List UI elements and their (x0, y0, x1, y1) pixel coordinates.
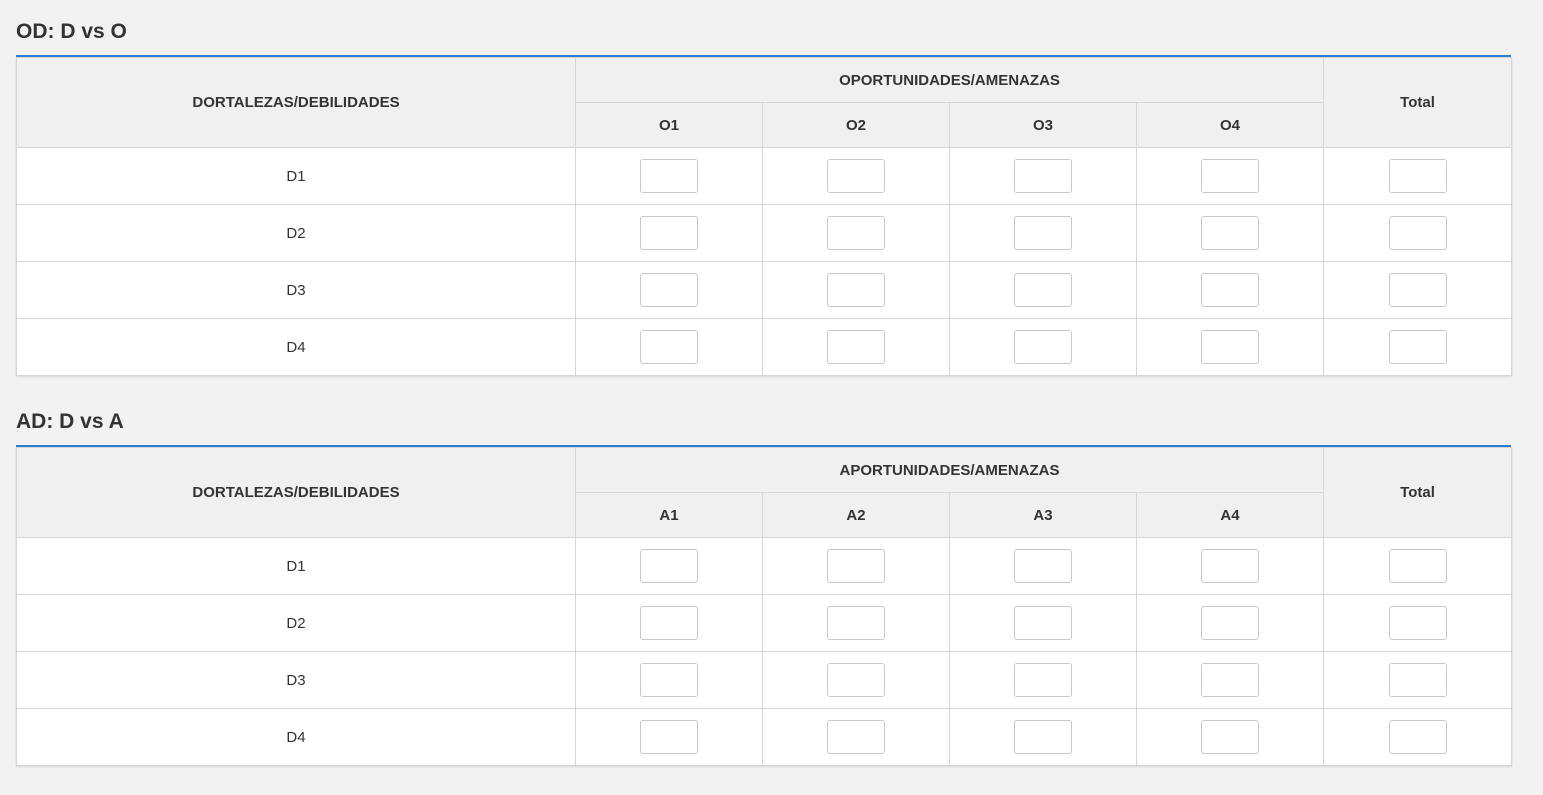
score-input[interactable] (827, 549, 885, 583)
column-header: O2 (762, 102, 950, 148)
row-label: D1 (16, 147, 576, 205)
score-input[interactable] (1201, 159, 1260, 193)
section-ad-d-vs-a: AD: D vs A DORTALEZAS/DEBILIDADES APORTU… (16, 408, 1513, 766)
total-input[interactable] (1388, 549, 1447, 583)
total-input[interactable] (1388, 216, 1447, 250)
score-input[interactable] (1014, 549, 1072, 583)
score-input[interactable] (1014, 159, 1072, 193)
matrix-table: DORTALEZAS/DEBILIDADES APORTUNIDADES/AME… (16, 447, 1513, 766)
row-label: D2 (16, 204, 576, 262)
score-input[interactable] (640, 549, 698, 583)
row-label: D3 (16, 651, 576, 709)
section-title: AD: D vs A (16, 410, 124, 433)
column-header: O4 (1135, 102, 1325, 148)
table-row: D4 (16, 708, 1513, 766)
total-input[interactable] (1388, 273, 1447, 307)
score-input[interactable] (1201, 216, 1260, 250)
score-input[interactable] (1014, 606, 1072, 640)
row-header: DORTALEZAS/DEBILIDADES (16, 57, 576, 148)
row-label: D4 (16, 318, 576, 376)
column-header: O1 (575, 102, 763, 148)
row-header: DORTALEZAS/DEBILIDADES (16, 447, 576, 538)
score-input[interactable] (640, 273, 698, 307)
score-input[interactable] (1014, 216, 1072, 250)
table-row: D2 (16, 594, 1513, 652)
total-input[interactable] (1388, 330, 1447, 364)
row-label: D1 (16, 537, 576, 595)
total-header: Total (1323, 447, 1513, 538)
table-row: D1 (16, 537, 1513, 595)
score-input[interactable] (1014, 720, 1072, 754)
score-input[interactable] (640, 216, 698, 250)
score-input[interactable] (1201, 606, 1259, 640)
score-input[interactable] (827, 663, 885, 697)
total-input[interactable] (1388, 159, 1447, 193)
score-input[interactable] (1014, 330, 1072, 364)
group-header: APORTUNIDADES/AMENAZAS (574, 447, 1325, 493)
table-row: D1 (16, 147, 1513, 205)
total-input[interactable] (1388, 720, 1447, 754)
score-input[interactable] (1201, 273, 1260, 307)
column-header: O3 (949, 102, 1137, 148)
score-input[interactable] (640, 159, 698, 193)
score-input[interactable] (1201, 663, 1259, 697)
total-input[interactable] (1388, 663, 1447, 697)
row-label: D2 (16, 594, 576, 652)
score-input[interactable] (1201, 549, 1259, 583)
column-header: A4 (1135, 492, 1325, 538)
score-input[interactable] (1201, 330, 1260, 364)
group-header: OPORTUNIDADES/AMENAZAS (574, 57, 1325, 103)
score-input[interactable] (827, 330, 885, 364)
total-header: Total (1323, 57, 1513, 148)
section-title: OD: D vs O (16, 20, 127, 43)
column-header: A2 (762, 492, 950, 538)
table-row: D4 (16, 318, 1513, 376)
row-label: D4 (16, 708, 576, 766)
row-label: D3 (16, 261, 576, 319)
score-input[interactable] (640, 606, 698, 640)
score-input[interactable] (1014, 663, 1072, 697)
section-od-d-vs-o: OD: D vs O DORTALEZAS/DEBILIDADES OPORTU… (16, 18, 1513, 376)
table-row: D3 (16, 261, 1513, 319)
total-input[interactable] (1388, 606, 1447, 640)
score-input[interactable] (827, 159, 885, 193)
score-input[interactable] (640, 720, 698, 754)
score-input[interactable] (640, 663, 698, 697)
column-header: A3 (949, 492, 1137, 538)
score-input[interactable] (827, 606, 885, 640)
page: OD: D vs O DORTALEZAS/DEBILIDADES OPORTU… (0, 0, 1543, 795)
score-input[interactable] (1014, 273, 1072, 307)
column-header: A1 (575, 492, 763, 538)
score-input[interactable] (640, 330, 698, 364)
score-input[interactable] (827, 216, 885, 250)
matrix-table: DORTALEZAS/DEBILIDADES OPORTUNIDADES/AME… (16, 57, 1513, 376)
score-input[interactable] (827, 273, 885, 307)
table-row: D3 (16, 651, 1513, 709)
score-input[interactable] (827, 720, 885, 754)
table-row: D2 (16, 204, 1513, 262)
score-input[interactable] (1201, 720, 1259, 754)
